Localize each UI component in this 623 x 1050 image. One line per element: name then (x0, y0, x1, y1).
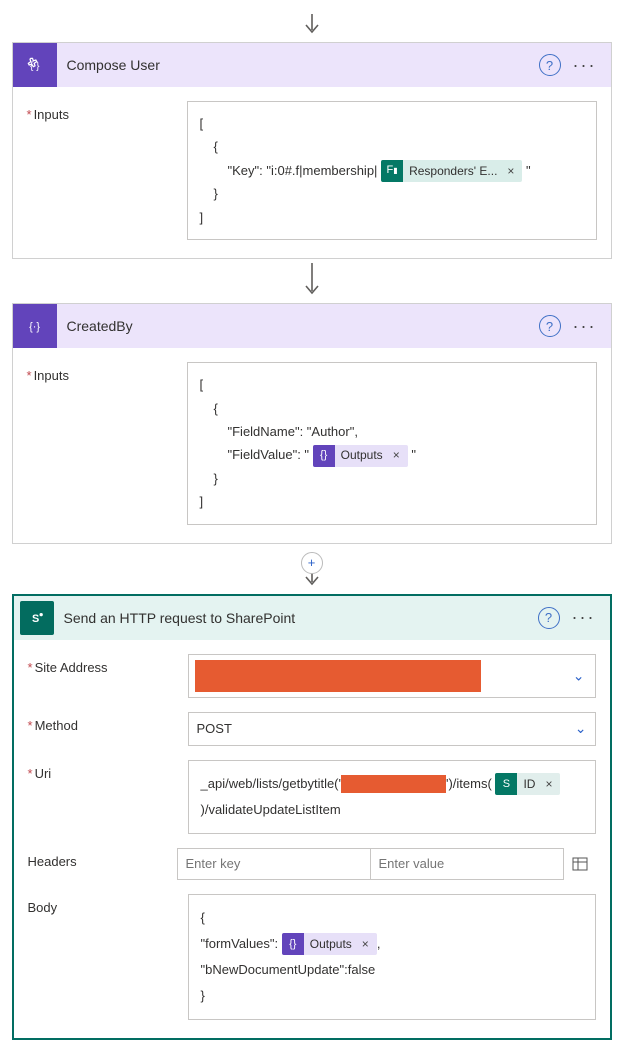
label-uri: Uri (28, 760, 188, 834)
token-outputs[interactable]: {} Outputs × (313, 445, 408, 467)
header-value-input[interactable] (370, 848, 564, 880)
token-id[interactable]: S ID × (495, 773, 560, 795)
body-editor[interactable]: { "formValues": {} Outputs × , "bNewDocu… (188, 894, 596, 1020)
label-headers: Headers (28, 848, 177, 880)
card-header[interactable]: { } Compose User ? ··· (13, 43, 611, 87)
redacted-list-title (341, 775, 446, 793)
close-icon[interactable]: × (503, 161, 518, 183)
compose-token-icon: {} (282, 933, 304, 955)
compose-icon: {·} (13, 304, 57, 348)
label-method: Method (28, 712, 188, 746)
action-compose-user[interactable]: { } Compose User ? ··· Inputs [ { "Key":… (12, 42, 612, 259)
switch-to-text-mode-icon[interactable] (564, 848, 596, 880)
uri-editor[interactable]: _api/web/lists/getbytitle('')/items( S I… (188, 760, 596, 834)
chevron-down-icon[interactable]: ⌄ (573, 667, 585, 684)
more-menu-icon[interactable]: ··· (568, 607, 600, 628)
method-select[interactable]: POST ⌄ (188, 712, 596, 746)
arrow-icon (303, 259, 321, 303)
svg-text:{ }: { } (30, 61, 40, 72)
card-title: CreatedBy (67, 318, 529, 334)
compose-icon: { } (13, 43, 57, 87)
close-icon[interactable]: × (541, 772, 556, 796)
close-icon[interactable]: × (389, 445, 404, 467)
add-step-button[interactable]: + (301, 552, 323, 574)
card-header[interactable]: {·} CreatedBy ? ··· (13, 304, 611, 348)
sharepoint-token-icon: S (495, 773, 517, 795)
action-sp-http[interactable]: S Send an HTTP request to SharePoint ? ·… (12, 594, 612, 1040)
site-address-select[interactable]: ⌄ (188, 654, 596, 698)
svg-text:{·}: {·} (29, 321, 40, 333)
more-menu-icon[interactable]: ··· (569, 316, 601, 337)
inputs-editor[interactable]: [ { "FieldName": "Author", "FieldValue":… (187, 362, 597, 525)
close-icon[interactable]: × (358, 932, 373, 956)
sharepoint-icon: S (20, 601, 54, 635)
token-responders-email[interactable]: F▮ Responders' E... × (381, 160, 522, 182)
label-body: Body (28, 894, 188, 1020)
token-outputs[interactable]: {} Outputs × (282, 933, 377, 955)
headers-row (177, 848, 596, 880)
help-icon[interactable]: ? (538, 607, 560, 629)
label-inputs: Inputs (27, 362, 187, 525)
card-header[interactable]: S Send an HTTP request to SharePoint ? ·… (14, 596, 610, 640)
inputs-editor[interactable]: [ { "Key": "i:0#.f|membership| F▮ Respon… (187, 101, 597, 240)
more-menu-icon[interactable]: ··· (569, 55, 601, 76)
card-title: Send an HTTP request to SharePoint (64, 610, 528, 626)
redacted-site-address (195, 660, 481, 692)
label-site-address: Site Address (28, 654, 188, 698)
chevron-down-icon[interactable]: ⌄ (575, 720, 587, 737)
header-key-input[interactable] (177, 848, 370, 880)
action-createdby[interactable]: {·} CreatedBy ? ··· Inputs [ { "FieldNam… (12, 303, 612, 544)
compose-token-icon: {} (313, 445, 335, 467)
help-icon[interactable]: ? (539, 54, 561, 76)
label-inputs: Inputs (27, 101, 187, 240)
svg-text:S: S (32, 613, 39, 625)
flow-canvas: { } Compose User ? ··· Inputs [ { "Key":… (6, 10, 617, 1040)
arrow-icon (303, 10, 321, 42)
help-icon[interactable]: ? (539, 315, 561, 337)
forms-icon: F▮ (381, 160, 403, 182)
card-title: Compose User (67, 57, 529, 73)
